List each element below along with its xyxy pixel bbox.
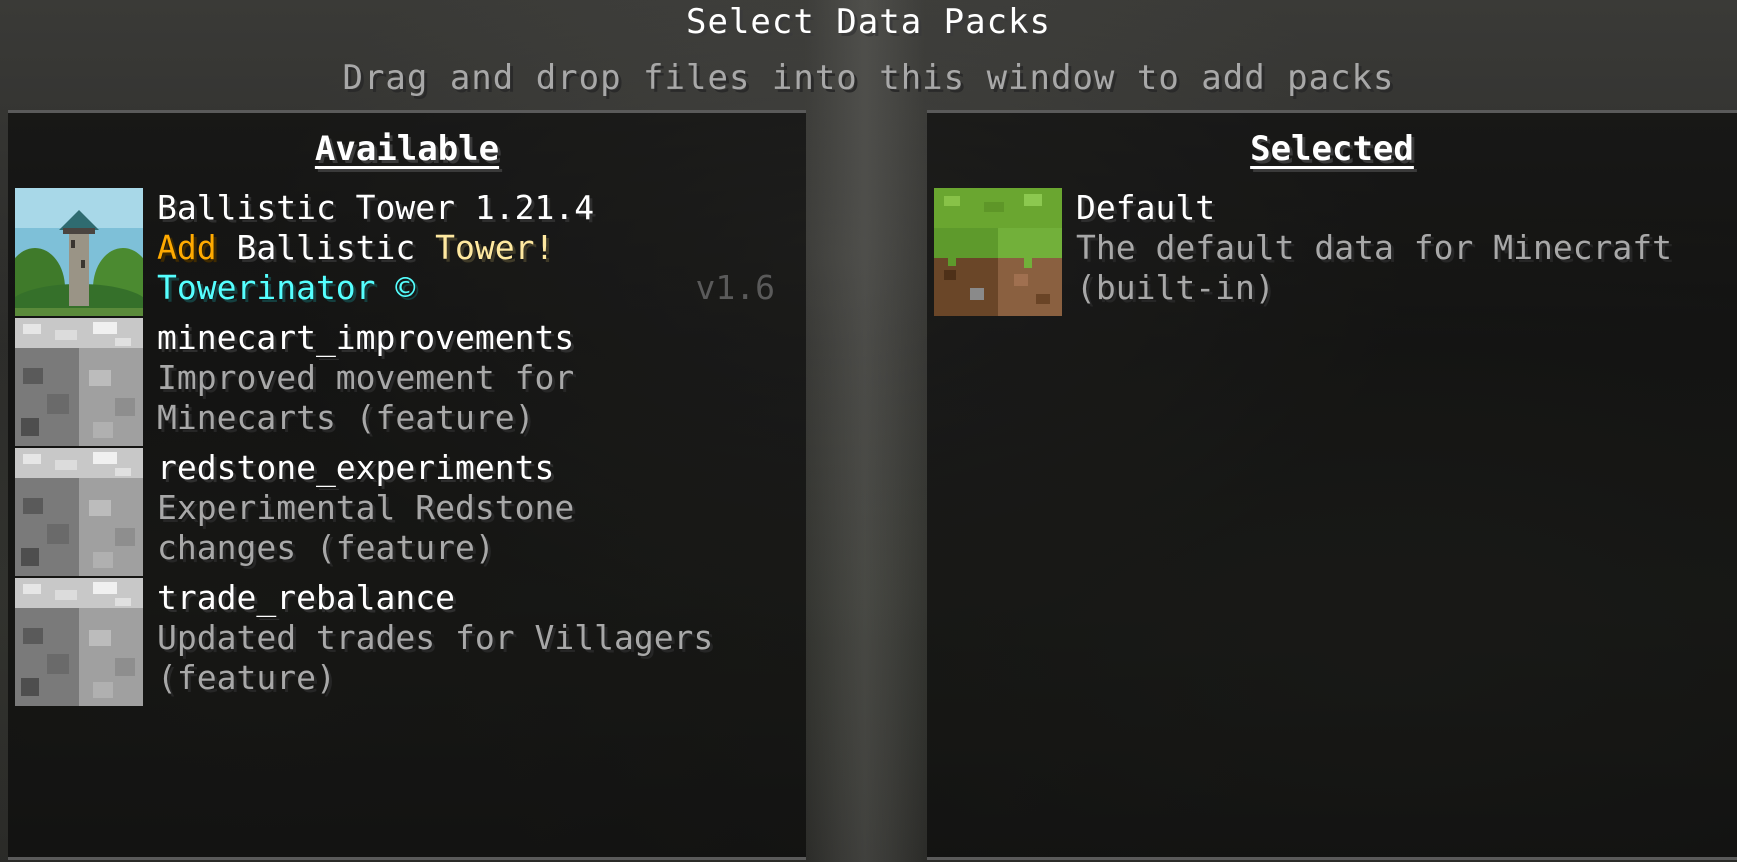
- screen-subtitle: Drag and drop files into this window to …: [342, 58, 1395, 98]
- desc-word-ballistic: Ballistic: [216, 228, 416, 267]
- pack-text: trade_rebalance Updated trades for Villa…: [157, 578, 797, 698]
- available-header: Available: [314, 129, 500, 169]
- grass-block-icon: [934, 188, 1062, 316]
- pack-description-line: The default data for Minecraft: [1076, 228, 1673, 267]
- pack-description-line: Experimental Redstone: [157, 488, 575, 527]
- pack-text: minecart_improvements Improved movement …: [157, 318, 797, 438]
- pack-name: trade_rebalance: [157, 578, 456, 617]
- selected-packs-panel[interactable]: Selected Default The default data for Mi…: [927, 110, 1737, 860]
- pack-description-line: Updated trades for Villagers: [157, 618, 714, 657]
- pack-version: v1.6: [695, 268, 775, 307]
- cobblestone-icon: [15, 578, 143, 706]
- pack-description-line: (feature): [157, 658, 336, 697]
- pack-description-line: Improved movement for: [157, 358, 575, 397]
- background-tree-trunk: [805, 0, 925, 862]
- screen-title: Select Data Packs: [686, 2, 1051, 42]
- pack-entry-minecart-improvements[interactable]: minecart_improvements Improved movement …: [15, 318, 795, 446]
- ballistic-tower-icon: [5, 188, 153, 328]
- pack-name: Ballistic Tower 1.21.4: [157, 188, 595, 227]
- pack-name: Default: [1076, 188, 1216, 227]
- pack-name: minecart_improvements: [157, 318, 575, 357]
- pack-text: redstone_experiments Experimental Redsto…: [157, 448, 797, 568]
- pack-entry-redstone-experiments[interactable]: redstone_experiments Experimental Redsto…: [15, 448, 795, 576]
- pack-description-line: Minecarts (feature): [157, 398, 535, 437]
- desc-word-add: Add: [157, 228, 217, 267]
- pack-entry-default[interactable]: Default The default data for Minecraft (…: [934, 188, 1714, 316]
- cobblestone-icon: [15, 318, 143, 446]
- desc-word-tower: Tower!: [415, 228, 555, 267]
- available-packs-panel[interactable]: Available Ballistic Tower 1.21.4 Add Bal…: [5, 110, 806, 860]
- pack-entry-ballistic-tower[interactable]: Ballistic Tower 1.21.4 Add Ballistic Tow…: [5, 188, 797, 328]
- cobblestone-icon: [15, 448, 143, 576]
- pack-entry-trade-rebalance[interactable]: trade_rebalance Updated trades for Villa…: [15, 578, 795, 706]
- pack-description: Add Ballistic Tower!: [157, 228, 797, 268]
- pack-description-line: changes (feature): [157, 528, 495, 567]
- pack-description-line: (built-in): [1076, 268, 1275, 307]
- pack-name: redstone_experiments: [157, 448, 555, 487]
- pack-text: Default The default data for Minecraft (…: [1076, 188, 1716, 308]
- selected-header: Selected: [1250, 129, 1414, 169]
